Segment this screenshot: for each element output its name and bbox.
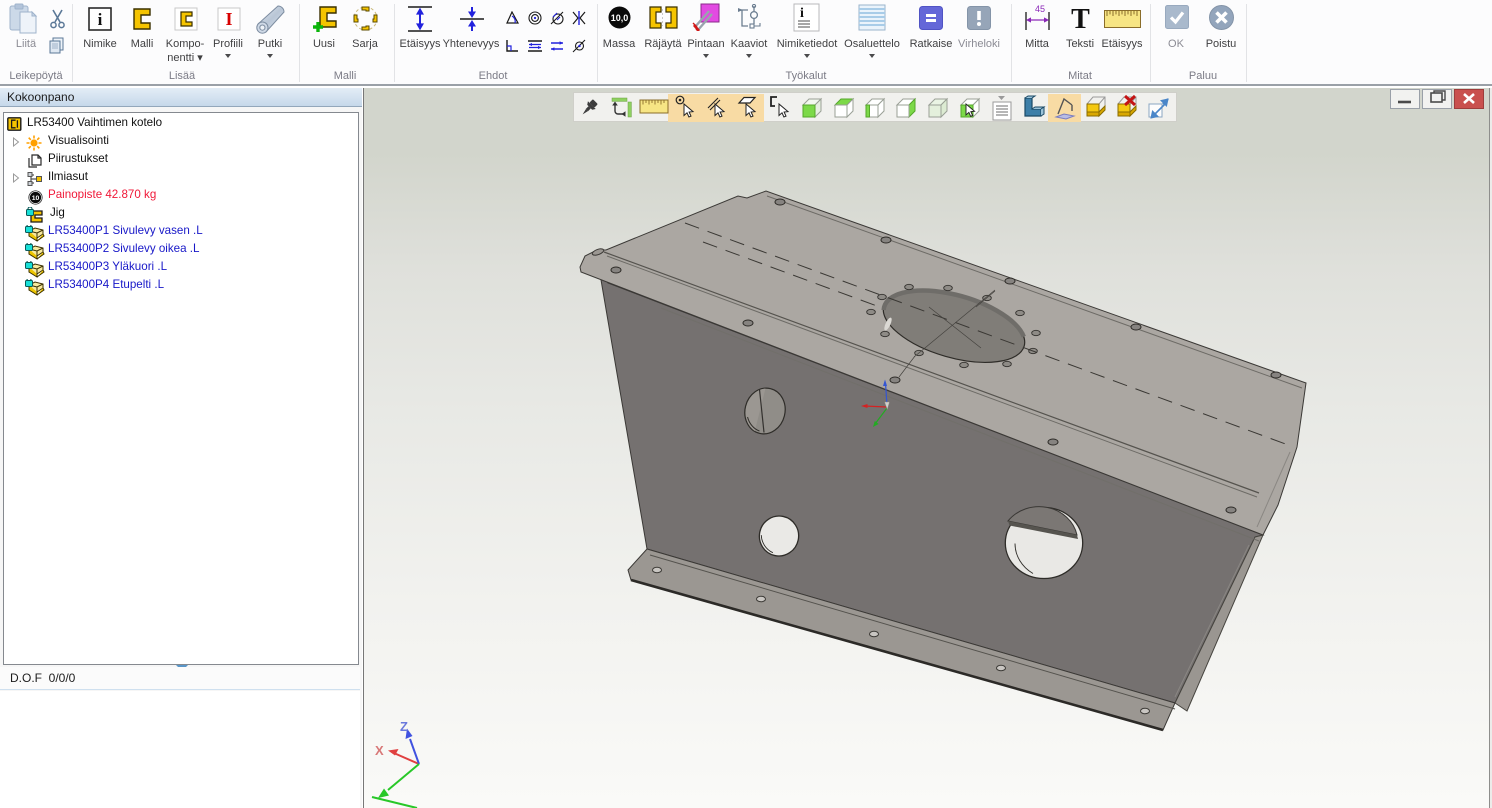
- svg-text:i: i: [98, 10, 103, 29]
- svg-text:45: 45: [1035, 4, 1045, 14]
- svg-text:10,0: 10,0: [611, 13, 629, 23]
- svg-text:i: i: [800, 6, 804, 21]
- svg-text:Z: Z: [400, 719, 408, 734]
- svg-text:I: I: [225, 9, 232, 29]
- svg-text:X: X: [375, 743, 384, 758]
- svg-text:10: 10: [32, 195, 40, 202]
- svg-text:T: T: [1071, 6, 1090, 31]
